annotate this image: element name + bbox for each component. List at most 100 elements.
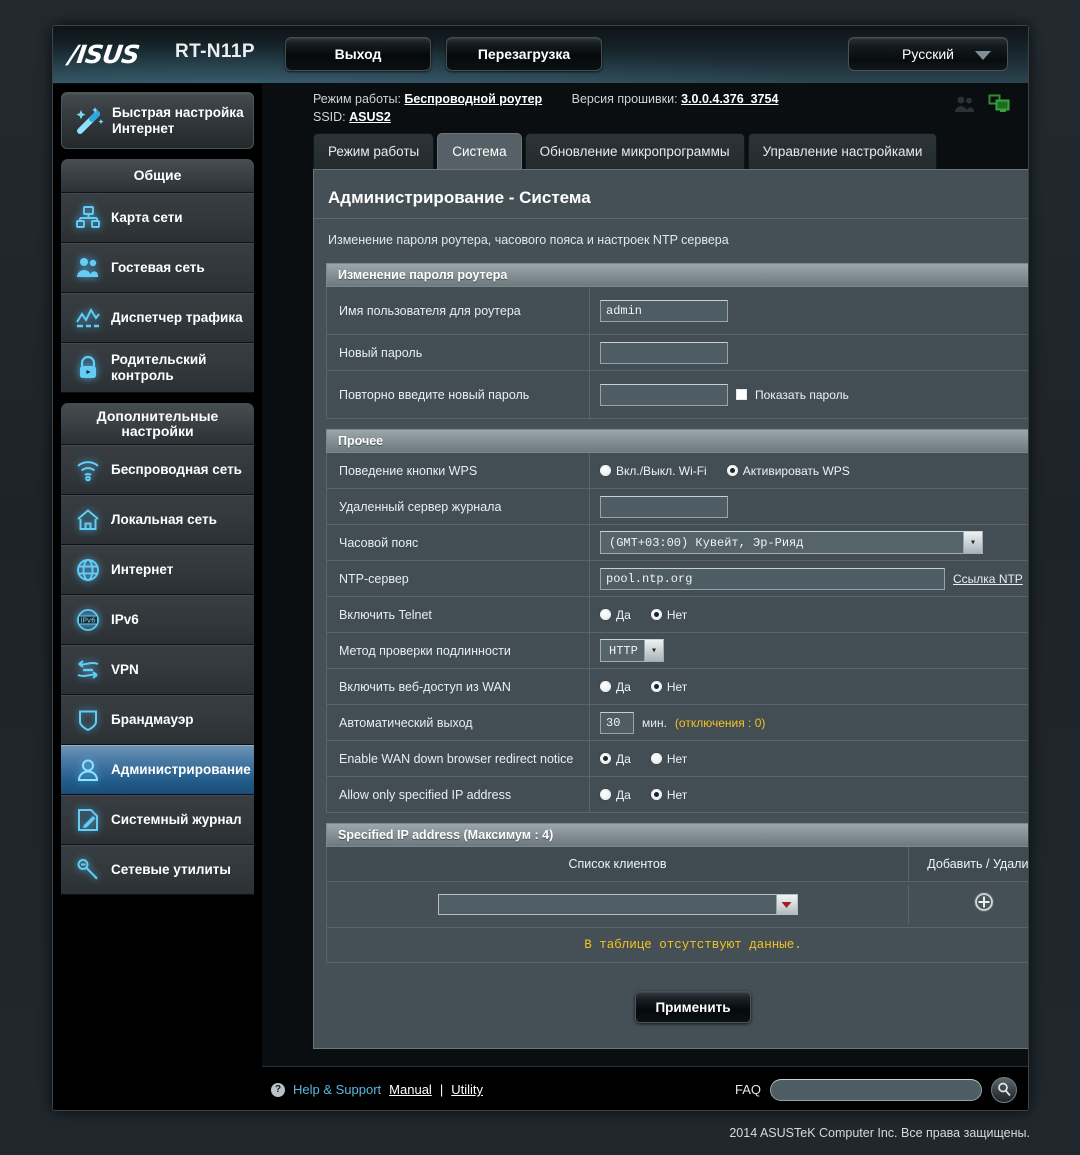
utility-link[interactable]: Utility [451, 1082, 483, 1097]
table-row: Повторно введите новый пароль Показать п… [326, 371, 1028, 419]
admin-user-icon [71, 753, 105, 787]
firmware-label: Версия прошивки: [571, 92, 678, 106]
sidebar-item-system-log[interactable]: Системный журнал [61, 795, 254, 845]
tab-settings-management[interactable]: Управление настройками [747, 133, 938, 169]
sidebar-item-lan[interactable]: Локальная сеть [61, 495, 254, 545]
page-title: Администрирование - Система [314, 170, 1028, 219]
retype-password-input[interactable] [600, 383, 728, 406]
auth-method-label: Метод проверки подлинности [327, 633, 590, 668]
sidebar-item-label: Родительский контроль [111, 352, 207, 383]
telnet-radio-no[interactable] [650, 609, 662, 620]
faq-label: FAQ [734, 1082, 761, 1097]
wan-web-radio-no[interactable] [650, 681, 662, 692]
username-input[interactable] [600, 299, 728, 322]
table-row: Включить Telnet Да Нет [326, 597, 1028, 633]
new-password-input[interactable] [600, 341, 728, 364]
sidebar-item-vpn[interactable]: VPN [61, 645, 254, 695]
auto-logout-note: (отключения : 0) [674, 715, 766, 730]
sidebar-item-label: Брандмауэр [111, 712, 194, 727]
telnet-label: Включить Telnet [327, 597, 590, 632]
language-selector[interactable]: Русский [848, 37, 1008, 71]
table-row: Allow only specified IP address Да Нет [326, 777, 1028, 813]
chevron-down-icon: ▾ [963, 532, 982, 553]
sidebar-item-label: Карта сети [111, 210, 183, 225]
show-password-checkbox[interactable] [736, 389, 747, 400]
top-banner: /ISUS RT-N11P Выход Перезагрузка Русский [53, 26, 1028, 84]
sidebar-item-traffic-manager[interactable]: Диспетчер трафика [61, 293, 254, 343]
wan-web-radio-yes[interactable] [600, 681, 611, 692]
auth-method-select[interactable]: HTTP ▾ [600, 639, 664, 662]
sidebar-item-label: Беспроводная сеть [111, 462, 242, 477]
wan-web-yes-label: Да [616, 679, 631, 694]
table-row: Часовой пояс (GMT+03:00) Кувейт, Эр-Рияд… [326, 525, 1028, 561]
logout-button[interactable]: Выход [285, 37, 431, 71]
sidebar-item-firewall[interactable]: Брандмауэр [61, 695, 254, 745]
log-server-input[interactable] [600, 495, 728, 518]
wifi-icon [71, 453, 105, 487]
ntp-link[interactable]: Ссылка NTP [953, 572, 1023, 586]
wan-down-radio-yes[interactable] [600, 753, 611, 764]
network-monitor-icon[interactable] [988, 94, 1010, 118]
auto-logout-input[interactable] [600, 711, 634, 734]
misc-section: Прочее Поведение кнопки WPS Вкл./Выкл. W… [326, 429, 1028, 813]
manual-link[interactable]: Manual [389, 1082, 432, 1097]
specified-ip-section: Specified IP address (Максимум : 4) Спис… [326, 823, 1028, 963]
table-row: Поведение кнопки WPS Вкл./Выкл. Wi-Fi Ак… [326, 453, 1028, 489]
magic-wand-icon [70, 102, 108, 140]
telnet-no-label: Нет [666, 607, 688, 622]
allow-ip-radio-yes[interactable] [600, 789, 611, 800]
sidebar-item-label: Интернет [111, 562, 174, 577]
sidebar-group-advanced: Дополнительные настройки Беспроводная се… [61, 403, 254, 895]
tab-operation-mode[interactable]: Режим работы [313, 133, 435, 169]
wps-radio-toggle-wifi[interactable] [600, 465, 611, 476]
firmware-link[interactable]: 3.0.0.4.376_3754 [681, 92, 778, 106]
sidebar-item-wan[interactable]: Интернет [61, 545, 254, 595]
allow-ip-no-label: Нет [666, 787, 688, 802]
operation-mode-link[interactable]: Беспроводной роутер [404, 92, 542, 106]
sidebar-item-quick-setup[interactable]: Быстрая настройка Интернет [61, 92, 254, 149]
sidebar-item-ipv6[interactable]: IPv6 IPv6 [61, 595, 254, 645]
apply-button[interactable]: Применить [635, 991, 751, 1023]
sidebar-item-network-tools[interactable]: Сетевые утилиты [61, 845, 254, 895]
reboot-button[interactable]: Перезагрузка [446, 37, 602, 71]
search-icon[interactable] [991, 1076, 1017, 1103]
sidebar-group-title: Общие [61, 159, 254, 193]
specified-ip-header: Specified IP address (Максимум : 4) [326, 823, 1028, 847]
add-client-button[interactable] [973, 891, 995, 918]
dropdown-arrow-icon [775, 895, 797, 914]
retype-password-label: Повторно введите новый пароль [327, 371, 590, 418]
auto-logout-unit: мин. [642, 715, 667, 730]
sidebar: Быстрая настройка Интернет Общие Карта с… [53, 84, 262, 1110]
network-tools-icon [71, 853, 105, 887]
allow-ip-radio-no[interactable] [650, 789, 662, 800]
copyright-text: 2014 ASUSTeK Computer Inc. Все права защ… [729, 1126, 1030, 1140]
wps-radio-activate-wps[interactable] [726, 465, 738, 476]
body-wrapper: Быстрая настройка Интернет Общие Карта с… [53, 84, 1028, 1110]
help-icon: ? [271, 1082, 285, 1097]
telnet-radio-yes[interactable] [600, 609, 611, 620]
ssid-link[interactable]: ASUS2 [349, 110, 391, 124]
sidebar-item-wireless[interactable]: Беспроводная сеть [61, 445, 254, 495]
sidebar-group-general: Общие Карта сети Гостевая сеть Диспетчер… [61, 159, 254, 393]
table-row: Имя пользователя для роутера [326, 287, 1028, 335]
timezone-select[interactable]: (GMT+03:00) Кувейт, Эр-Рияд ▾ [600, 531, 983, 554]
content-panel: Администрирование - Система Изменение па… [313, 169, 1028, 1049]
ntp-server-input[interactable] [600, 567, 945, 590]
header-icon-group [954, 94, 1010, 118]
wan-down-yes-label: Да [616, 751, 631, 766]
sidebar-item-guest-network[interactable]: Гостевая сеть [61, 243, 254, 293]
faq-search-input[interactable] [770, 1078, 982, 1101]
tab-firmware-upgrade[interactable]: Обновление микропрограммы [524, 133, 745, 169]
sidebar-item-administration[interactable]: Администрирование [61, 745, 254, 795]
wan-web-access-label: Включить веб-доступ из WAN [327, 669, 590, 704]
sidebar-item-network-map[interactable]: Карта сети [61, 193, 254, 243]
wps-option2-label: Активировать WPS [742, 463, 850, 478]
wan-down-radio-no[interactable] [650, 753, 662, 764]
help-support-label: Help & Support [293, 1082, 382, 1097]
clients-icon[interactable] [954, 95, 976, 118]
client-list-select[interactable] [437, 894, 798, 915]
timezone-value: (GMT+03:00) Кувейт, Эр-Рияд [609, 535, 804, 550]
tab-system[interactable]: Система [437, 133, 522, 169]
sidebar-item-parental-control[interactable]: Родительский контроль [61, 343, 254, 393]
table-row: Метод проверки подлинности HTTP ▾ [326, 633, 1028, 669]
